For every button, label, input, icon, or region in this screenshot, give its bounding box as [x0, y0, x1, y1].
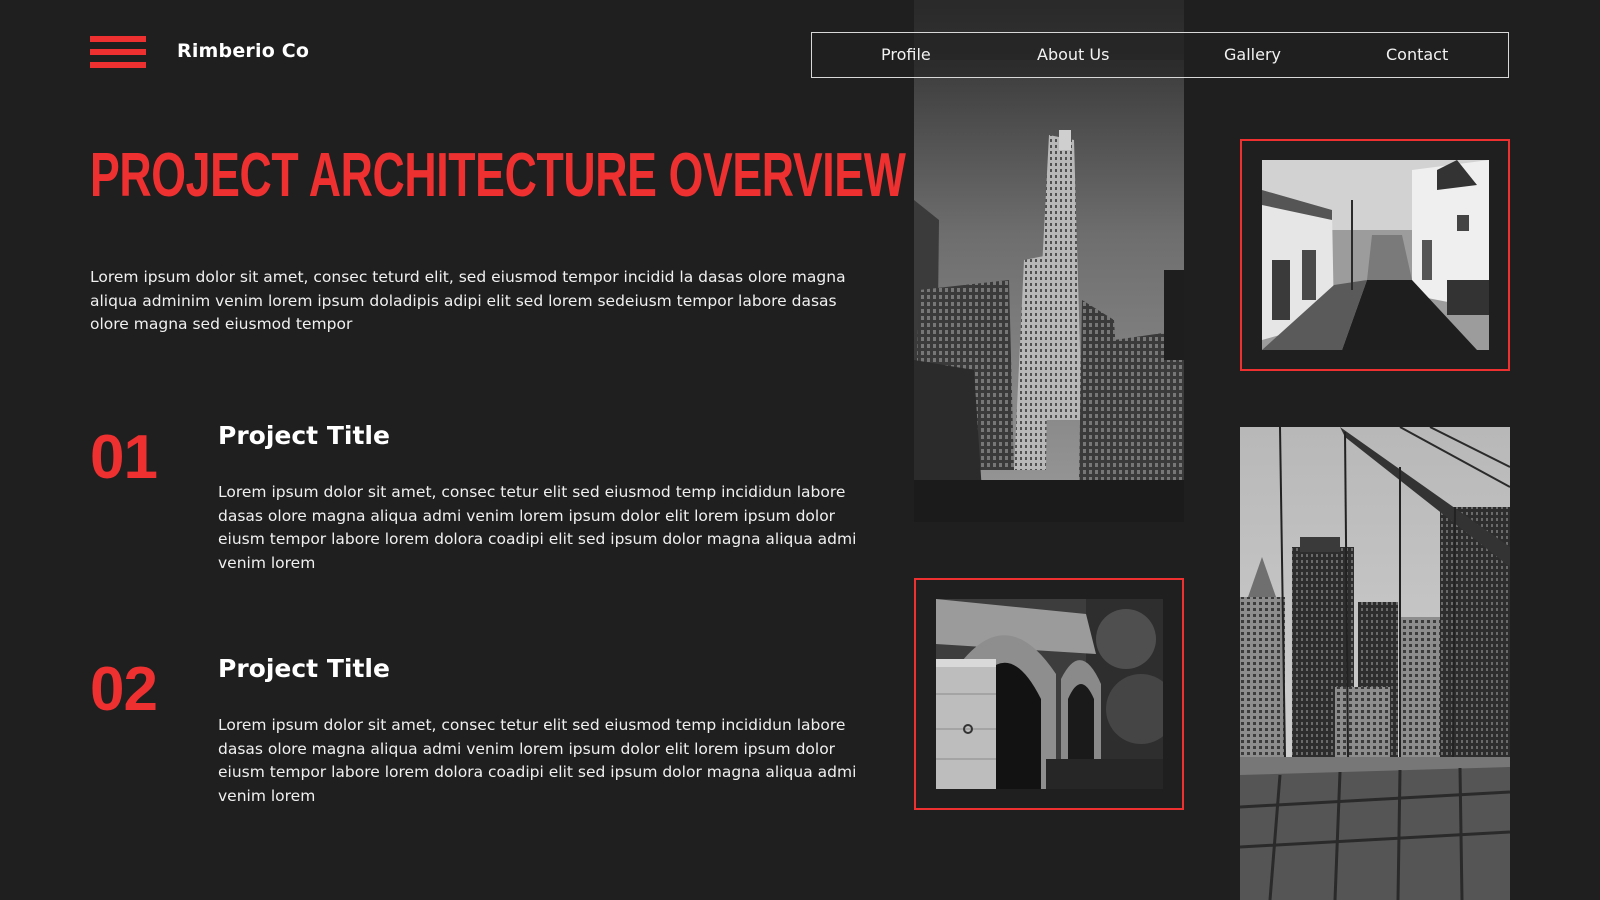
brand-name: Rimberio Co: [177, 40, 310, 62]
top-navigation: Profile About Us Gallery Contact: [811, 32, 1509, 78]
page-title: Project Architecture Overview: [90, 141, 906, 210]
project-description: Lorem ipsum dolor sit amet, consec tetur…: [218, 483, 857, 572]
photo-street: [1262, 160, 1489, 350]
nav-gallery[interactable]: Gallery: [1224, 45, 1281, 64]
nav-profile[interactable]: Profile: [881, 45, 931, 64]
project-description: Lorem ipsum dolor sit amet, consec tetur…: [218, 716, 857, 805]
hamburger-menu-icon[interactable]: [90, 36, 146, 74]
nav-contact[interactable]: Contact: [1386, 45, 1448, 64]
photo-skyscraper: [914, 0, 1184, 522]
photo-suspension-bridge: [1240, 427, 1510, 900]
nav-about-us[interactable]: About Us: [1037, 45, 1109, 64]
project-number: 02: [90, 655, 158, 724]
project-title: Project Title: [218, 421, 390, 450]
project-title: Project Title: [218, 654, 390, 683]
intro-paragraph: Lorem ipsum dolor sit amet, consec tetur…: [90, 268, 846, 333]
photo-stone-bridge: [936, 599, 1163, 789]
project-number: 01: [90, 423, 158, 492]
